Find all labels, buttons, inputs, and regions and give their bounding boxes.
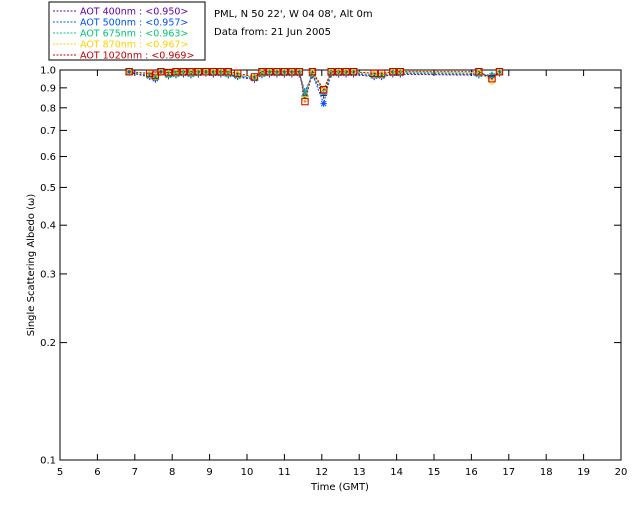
y-tick-label: 0.4 [40, 221, 56, 232]
title-line-1: PML, N 50 22', W 04 08', Alt 0m [214, 9, 373, 20]
x-tick-label: 18 [540, 467, 553, 478]
data-point [320, 100, 327, 107]
y-tick-label: 0.2 [40, 338, 56, 349]
x-tick-label: 17 [502, 467, 515, 478]
legend-label: AOT 400nm : <0.950> [80, 7, 188, 18]
x-tick-label: 7 [132, 467, 138, 478]
y-tick-label: 1.0 [40, 66, 56, 77]
x-tick-label: 5 [57, 467, 63, 478]
legend-label: AOT 1020nm : <0.969> [80, 51, 194, 62]
x-tick-label: 9 [206, 467, 212, 478]
y-tick-label: 0.7 [40, 126, 56, 137]
legend-label: AOT 870nm : <0.967> [80, 40, 188, 51]
x-tick-label: 14 [390, 467, 403, 478]
x-tick-label: 15 [428, 467, 441, 478]
y-tick-label: 0.1 [40, 456, 56, 467]
albedo-chart: AOT 400nm : <0.950>AOT 500nm : <0.957>AO… [0, 0, 640, 512]
y-axis-label: Single Scattering Albedo (ω) [26, 194, 37, 337]
x-tick-label: 6 [94, 467, 100, 478]
y-tick-label: 0.3 [40, 269, 56, 280]
x-tick-label: 13 [353, 467, 366, 478]
chart-background [0, 0, 640, 512]
x-tick-label: 10 [241, 467, 254, 478]
legend: AOT 400nm : <0.950>AOT 500nm : <0.957>AO… [48, 1, 206, 62]
x-axis-label: Time (GMT) [310, 482, 369, 493]
legend-label: AOT 500nm : <0.957> [80, 18, 188, 29]
x-tick-label: 11 [278, 467, 291, 478]
y-tick-label: 0.9 [40, 83, 56, 94]
y-tick-label: 0.6 [40, 152, 56, 163]
x-tick-label: 8 [169, 467, 175, 478]
x-tick-label: 19 [577, 467, 590, 478]
x-tick-label: 12 [315, 467, 328, 478]
y-tick-label: 0.5 [40, 183, 56, 194]
x-tick-label: 20 [615, 467, 628, 478]
x-tick-label: 16 [465, 467, 478, 478]
y-tick-label: 0.8 [40, 103, 56, 114]
title-line-2: Data from: 21 Jun 2005 [214, 27, 331, 38]
legend-label: AOT 675nm : <0.963> [80, 29, 188, 40]
